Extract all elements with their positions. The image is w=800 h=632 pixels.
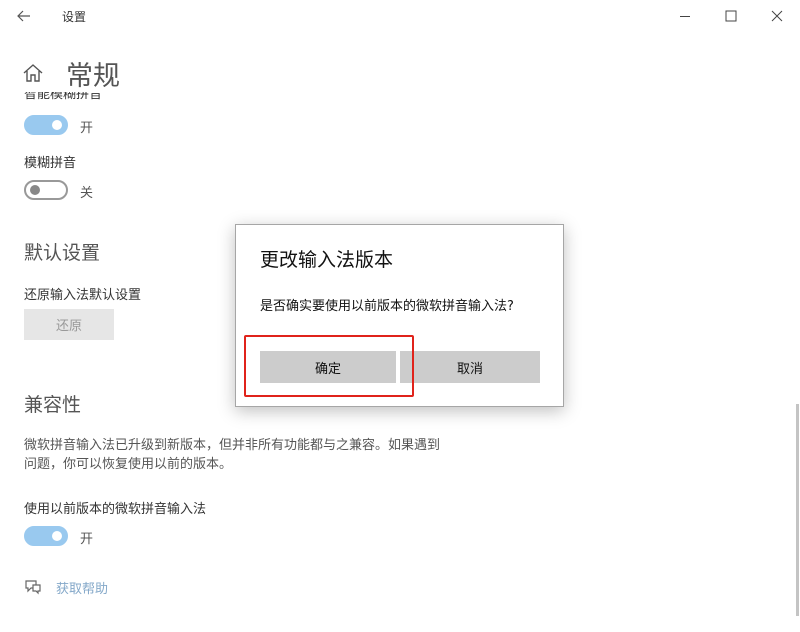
- previous-version-label: 使用以前版本的微软拼音输入法: [24, 502, 207, 517]
- dialog-title: 更改输入法版本: [260, 249, 394, 271]
- compatibility-description-line1: 微软拼音输入法已升级到新版本，但并非所有功能都与之兼容。如果遇到: [24, 438, 441, 453]
- reset-defaults-label: 还原输入法默认设置: [24, 288, 142, 303]
- fuzzy-pinyin-label: 模糊拼音: [24, 156, 77, 171]
- home-icon[interactable]: [22, 62, 46, 86]
- fuzzy-pinyin-toggle[interactable]: [24, 180, 68, 200]
- dialog-message: 是否确实要使用以前版本的微软拼音输入法?: [260, 299, 514, 314]
- previous-version-toggle[interactable]: [24, 526, 68, 546]
- smart-fuzzy-state: 开: [80, 121, 94, 136]
- scrollbar-thumb[interactable]: [796, 404, 799, 616]
- minimize-icon: [680, 16, 690, 17]
- clipped-label-container: 智能模糊拼音: [24, 92, 224, 100]
- fuzzy-pinyin-state: 关: [80, 186, 94, 201]
- default-settings-heading: 默认设置: [24, 242, 101, 264]
- smart-fuzzy-toggle[interactable]: [24, 115, 68, 135]
- back-arrow-icon: [17, 10, 30, 22]
- close-icon: [771, 10, 783, 22]
- window-title: 设置: [62, 10, 87, 24]
- smart-fuzzy-label: 智能模糊拼音: [24, 92, 103, 100]
- help-icon: [24, 578, 42, 596]
- toggle-knob: [30, 185, 40, 195]
- toggle-knob: [52, 531, 62, 541]
- highlight-box: [244, 335, 414, 397]
- toggle-knob: [52, 120, 62, 130]
- minimize-button[interactable]: [662, 0, 708, 32]
- maximize-icon: [725, 10, 737, 22]
- close-button[interactable]: [754, 0, 800, 32]
- page-title: 常规: [66, 61, 120, 92]
- get-help-link[interactable]: 获取帮助: [56, 578, 108, 597]
- compatibility-heading: 兼容性: [24, 394, 82, 416]
- maximize-button[interactable]: [708, 0, 754, 32]
- reset-button[interactable]: 还原: [24, 309, 114, 340]
- previous-version-state: 开: [80, 532, 94, 547]
- compatibility-description-line2: 问题，你可以恢复使用以前的版本。: [24, 457, 233, 472]
- cancel-button[interactable]: 取消: [400, 351, 540, 383]
- back-button[interactable]: [8, 4, 40, 28]
